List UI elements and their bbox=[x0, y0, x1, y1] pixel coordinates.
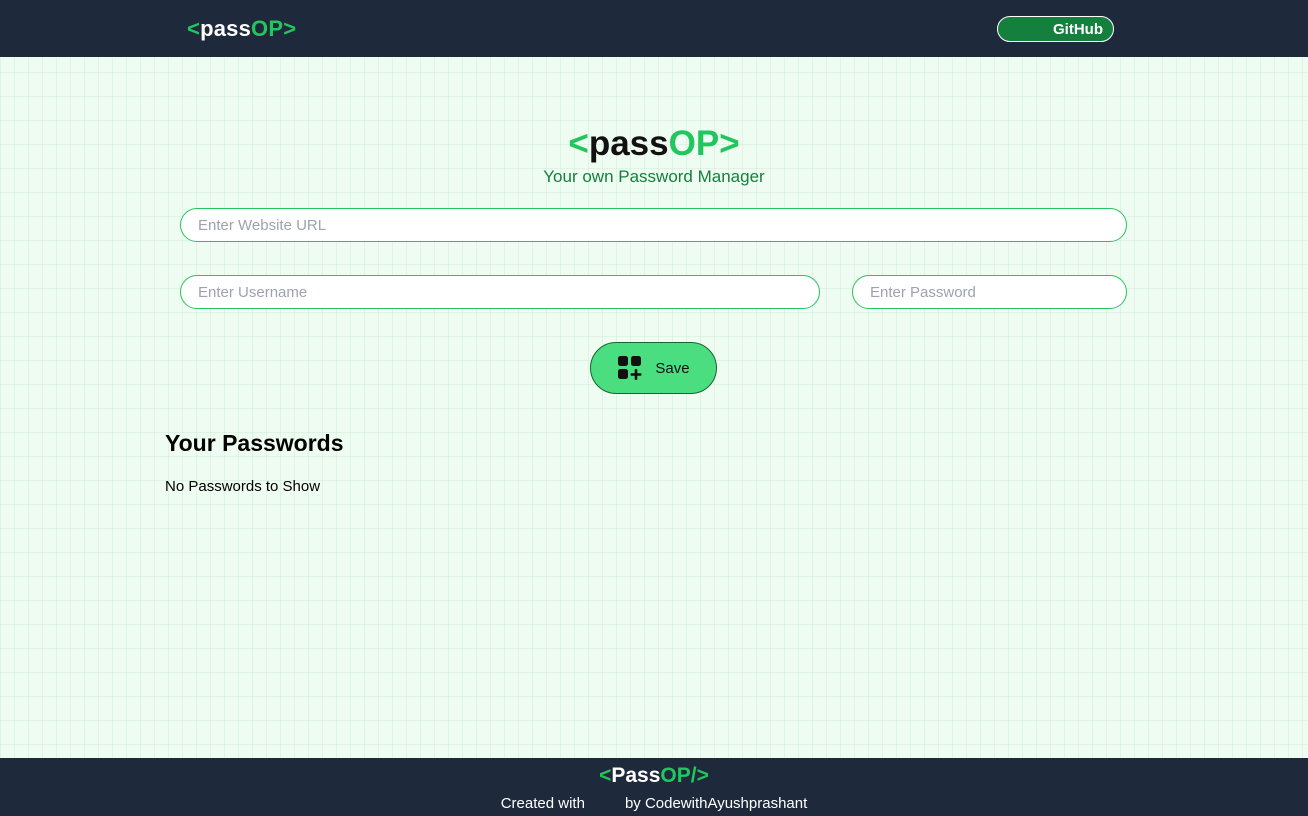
logo-accent-text: OP bbox=[251, 16, 284, 41]
navbar: <passOP> GitHub bbox=[0, 0, 1308, 57]
empty-passwords-message: No Passwords to Show bbox=[165, 478, 321, 495]
hero-logo-text: pass bbox=[588, 124, 669, 163]
username-input[interactable] bbox=[180, 275, 820, 309]
footer-logo-close-bracket: > bbox=[696, 764, 709, 787]
nav-logo[interactable]: <passOP> bbox=[187, 16, 296, 42]
github-button[interactable]: GitHub bbox=[997, 16, 1114, 42]
footer-logo-open-bracket: < bbox=[599, 764, 612, 787]
footer-logo: <PassOP/> bbox=[0, 764, 1308, 788]
footer: <PassOP/> Created with by CodewithAyushpr… bbox=[0, 758, 1308, 816]
password-input[interactable] bbox=[852, 275, 1127, 309]
footer-logo-text: Pass bbox=[611, 764, 661, 787]
footer-credit-prefix: Created with bbox=[500, 795, 585, 812]
hero-logo: <passOP> bbox=[0, 124, 1308, 164]
passwords-section-title: Your Passwords bbox=[165, 430, 344, 456]
logo-close-bracket: > bbox=[283, 16, 297, 41]
footer-credit-suffix: by CodewithAyushprashant bbox=[624, 795, 808, 812]
footer-logo-accent-text: OP/ bbox=[660, 764, 697, 787]
footer-credit: Created with by CodewithAyushprashant bbox=[0, 795, 1308, 812]
logo-text: pass bbox=[200, 16, 252, 41]
tagline: Your own Password Manager bbox=[543, 167, 765, 186]
hero-logo-close-bracket: > bbox=[719, 124, 740, 163]
website-url-input[interactable] bbox=[180, 208, 1127, 242]
save-button[interactable]: Save bbox=[590, 342, 717, 394]
logo-open-bracket: < bbox=[187, 16, 201, 41]
save-button-label: Save bbox=[655, 359, 690, 377]
hero-logo-open-bracket: < bbox=[568, 124, 589, 163]
add-grid-icon bbox=[618, 356, 642, 380]
hero-logo-accent-text: OP bbox=[668, 124, 720, 163]
